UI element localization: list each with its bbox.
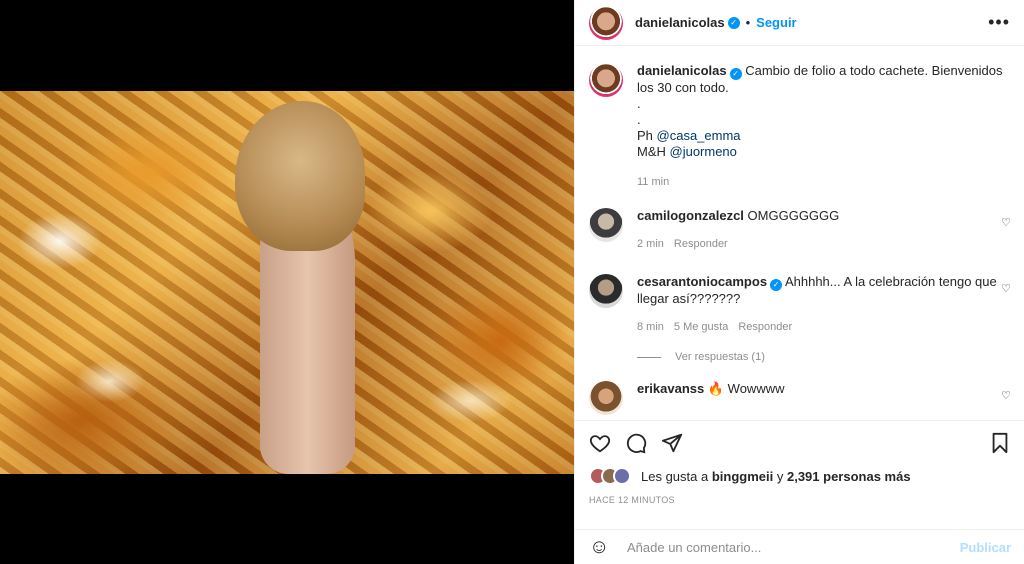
photo-subject	[235, 101, 385, 474]
caption: danielanicolas ✓ Cambio de folio a todo c…	[589, 63, 1011, 190]
like-comment-heart-icon[interactable]: ♡	[1001, 216, 1011, 229]
add-comment-bar: ☺ Añade un comentario... Publicar	[575, 529, 1024, 564]
comment-likes[interactable]: 5 Me gusta	[674, 319, 728, 335]
like-heart-icon[interactable]	[589, 432, 611, 454]
author-username[interactable]: danielanicolas	[635, 15, 725, 30]
comments-list[interactable]: danielanicolas ✓ Cambio de folio a todo c…	[575, 47, 1024, 419]
commenter-avatar[interactable]	[589, 381, 623, 415]
view-replies-label: Ver respuestas (1)	[675, 351, 765, 363]
likes-user-link[interactable]: binggmeii	[712, 469, 773, 484]
commenter-username[interactable]: camilogonzalezcl	[637, 208, 744, 223]
post-header: danielanicolas ✓ • Seguir •••	[575, 0, 1024, 46]
verified-icon: ✓	[727, 16, 740, 29]
comment-body: camilogonzalezcl OMGGGGGGG 2 min Respond…	[637, 208, 839, 252]
comment-body: cesarantoniocampos ✓ Ahhhhh... A la celeb…	[637, 274, 997, 335]
post-timestamp[interactable]: HACE 12 MINUTOS	[589, 495, 1011, 505]
share-send-icon[interactable]	[661, 432, 683, 454]
comment-input[interactable]: Añade un comentario...	[627, 540, 761, 555]
caption-dot1: .	[637, 96, 641, 111]
action-icons	[589, 421, 1011, 465]
caption-line2: los 30 con todo.	[637, 80, 729, 95]
commenter-username[interactable]: erikavanss	[637, 381, 704, 396]
caption-time[interactable]: 11 min	[637, 174, 669, 190]
mh-prefix: M&H	[637, 144, 670, 159]
liker-avatars[interactable]	[589, 467, 631, 485]
likes-prefix: Les gusta a	[641, 468, 709, 484]
reply-button[interactable]: Responder	[674, 236, 728, 252]
comment-body: erikavanss 🔥 Wowwww	[637, 381, 785, 415]
comment-item: camilogonzalezcl OMGGGGGGG 2 min Respond…	[589, 208, 1011, 252]
comment-item: cesarantoniocampos ✓ Ahhhhh... A la celeb…	[589, 274, 1011, 335]
post-side-panel: danielanicolas ✓ • Seguir ••• danielanic…	[574, 0, 1024, 564]
caption-text: danielanicolas ✓ Cambio de folio a todo c…	[637, 63, 1003, 190]
view-replies-button[interactable]: Ver respuestas (1)	[637, 351, 1011, 363]
separator-dot: •	[745, 15, 751, 30]
comment-item: erikavanss 🔥 Wowwww ♡	[589, 381, 1011, 415]
commenter-avatar[interactable]	[589, 208, 623, 242]
comment-text: Wowwww	[727, 381, 785, 396]
caption-username[interactable]: danielanicolas	[637, 63, 727, 78]
comment-time[interactable]: 8 min	[637, 319, 664, 335]
post-photo[interactable]	[0, 91, 574, 474]
reply-button[interactable]: Responder	[738, 319, 792, 335]
verified-icon: ✓	[770, 279, 783, 291]
comment-text-line1: Ahhhhh... A la celebración tengo que	[784, 274, 997, 289]
verified-icon: ✓	[729, 68, 742, 80]
comment-text-line2: llegar así???????	[637, 291, 741, 306]
caption-dot2: .	[637, 112, 641, 127]
likes-count-link[interactable]: 2,391 personas más	[787, 469, 911, 484]
emoji-smile-icon[interactable]: ☺	[589, 536, 613, 559]
comment-time[interactable]: 2 min	[637, 236, 664, 252]
post-actions: Les gusta a binggmeii y 2,391 personas m…	[575, 420, 1024, 540]
caption-line1: Cambio de folio a todo cachete. Bienveni…	[745, 63, 1003, 78]
replies-divider	[637, 356, 661, 358]
mh-mention-link[interactable]: @juormeno	[670, 144, 737, 159]
ph-mention-link[interactable]: @casa_emma	[657, 128, 741, 143]
likes-summary: Les gusta a binggmeii y 2,391 personas m…	[589, 467, 1011, 485]
like-comment-heart-icon[interactable]: ♡	[1001, 282, 1011, 295]
comment-bubble-icon[interactable]	[625, 432, 647, 454]
caption-avatar[interactable]	[589, 63, 623, 97]
author-avatar[interactable]	[589, 5, 623, 40]
commenter-avatar[interactable]	[589, 274, 623, 308]
likes-middle: y	[776, 468, 784, 484]
more-options-icon[interactable]: •••	[988, 12, 1010, 33]
publish-button[interactable]: Publicar	[960, 540, 1011, 555]
liker-avatar	[613, 467, 631, 485]
save-bookmark-icon[interactable]	[989, 432, 1011, 454]
comment-text: OMGGGGGGG	[747, 208, 840, 223]
fire-emoji: 🔥	[707, 381, 725, 396]
ph-prefix: Ph	[637, 128, 657, 143]
post-media	[0, 0, 574, 564]
commenter-username[interactable]: cesarantoniocampos	[637, 274, 767, 289]
like-comment-heart-icon[interactable]: ♡	[1001, 389, 1011, 402]
subject-hair	[235, 101, 365, 251]
follow-button[interactable]: Seguir	[756, 15, 796, 30]
